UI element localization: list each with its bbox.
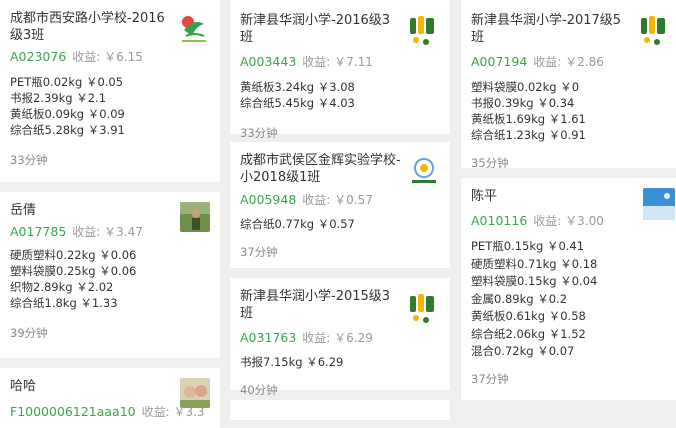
huarun-logo-icon: [641, 16, 665, 45]
card-time: 37分钟: [471, 371, 509, 386]
card-title: 哈哈: [10, 379, 37, 394]
list-item: 织物2.89kg ￥2.02: [10, 280, 114, 294]
item-list: PET瓶0.02kg ￥0.05 书报2.39kg ￥2.1 黄纸板0.09kg…: [10, 74, 210, 138]
list-item: 书报2.39kg ￥2.1: [10, 91, 107, 105]
item-list: 黄纸板3.24kg ￥3.08 综合纸5.45kg ￥4.03: [240, 79, 440, 111]
list-item: 金属0.89kg ￥0.2: [471, 291, 568, 306]
card-title: 陈平: [471, 189, 498, 204]
avatar: [180, 202, 210, 232]
card-code: F1000006121aaa10: [10, 404, 136, 419]
card-title: 成都市武侯区金辉实验学校-小2018级1班: [240, 153, 401, 185]
card-earnings: 收益: ￥2.86: [533, 55, 604, 69]
list-item: 书报0.39kg ￥0.34: [471, 96, 575, 110]
list-item: 混合0.72kg ￥0.07: [471, 344, 575, 358]
card-code: A010116: [471, 213, 528, 228]
list-item: 综合纸1.23kg ￥0.91: [471, 128, 586, 142]
recycling-card[interactable]: [230, 400, 450, 420]
avatar-couple-icon: [180, 378, 210, 408]
list-item: 综合纸1.8kg ￥1.33: [10, 296, 118, 310]
card-time: 37分钟: [240, 245, 278, 259]
recycling-card[interactable]: 新津县华润小学-2016级3班 A003443 收益: ￥7.11 黄纸板3.24…: [230, 0, 450, 140]
card-title: 岳倩: [10, 203, 37, 218]
recycling-card[interactable]: 陈平 A010116 收益: ￥3.00 PET瓶0.15kg ￥0.41 硬质塑…: [461, 178, 676, 400]
card-title: 成都市西安路小学校-2016级3班: [10, 11, 165, 43]
list-item: 黄纸板0.09kg ￥0.09: [10, 107, 125, 121]
list-item: 硬质塑料0.71kg ￥0.18: [471, 256, 598, 271]
card-title: 新津县华润小学-2015级3班: [240, 289, 391, 321]
card-code: A031763: [240, 330, 297, 345]
card-time: 40分钟: [240, 383, 278, 397]
card-earnings: 收益: ￥3.47: [72, 225, 143, 239]
card-earnings: 收益: ￥0.57: [302, 193, 373, 207]
item-list: PET瓶0.15kg ￥0.41 硬质塑料0.71kg ￥0.18 塑料袋膜0.…: [471, 238, 671, 361]
card-earnings: 收益: ￥6.15: [72, 50, 143, 64]
list-item: PET瓶0.15kg ￥0.41: [471, 239, 585, 253]
card-code: A005948: [240, 192, 297, 207]
recycling-card[interactable]: 新津县华润小学-2017级5班 A007194 收益: ￥2.86 塑料袋膜0.0…: [461, 0, 676, 170]
list-item: 黄纸板1.69kg ￥1.61: [471, 112, 586, 126]
card-meta: A031763 收益: ￥6.29: [240, 330, 440, 346]
item-list: 书报7.15kg ￥6.29: [240, 354, 440, 370]
list-item: PET瓶0.02kg ￥0.05: [10, 75, 124, 89]
card-time: 33分钟: [10, 153, 48, 167]
list-item: 硬质塑料0.22kg ￥0.06: [10, 248, 137, 262]
list-item: 书报7.15kg ￥6.29: [240, 355, 344, 369]
recycling-card[interactable]: 哈哈 F1000006121aaa10 收益: ￥3.3: [0, 368, 220, 428]
card-code: A023076: [10, 49, 67, 64]
card-code: A017785: [10, 224, 67, 239]
list-item: 综合纸0.77kg ￥0.57: [240, 217, 355, 231]
card-meta: A007194 收益: ￥2.86: [471, 54, 671, 70]
list-item: 综合纸5.45kg ￥4.03: [240, 96, 355, 110]
list-item: 综合纸2.06kg ￥1.52: [471, 326, 586, 341]
card-time: 39分钟: [10, 326, 48, 340]
avatar-sky-icon: [643, 188, 675, 220]
list-item: 塑料袋膜0.25kg ￥0.06: [10, 264, 137, 278]
school-logo-icon: [182, 16, 206, 42]
list-item: 黄纸板3.24kg ￥3.08: [240, 80, 355, 94]
card-code: A003443: [240, 54, 297, 69]
recycling-card[interactable]: 成都市武侯区金辉实验学校-小2018级1班 A005948 收益: ￥0.57 综…: [230, 142, 450, 268]
list-item: 黄纸板0.61kg ￥0.58: [471, 309, 586, 323]
card-meta: A003443 收益: ￥7.11: [240, 54, 440, 70]
list-item: 综合纸5.28kg ￥3.91: [10, 123, 125, 137]
item-list: 硬质塑料0.22kg ￥0.06 塑料袋膜0.25kg ￥0.06 织物2.89…: [10, 247, 210, 311]
card-earnings: 收益: ￥7.11: [302, 55, 373, 69]
card-meta: A023076 收益: ￥6.15: [10, 49, 210, 65]
huarun-logo-icon: [410, 294, 434, 323]
recycling-card[interactable]: 成都市西安路小学校-2016级3班 A023076 收益: ￥6.15 PET瓶0…: [0, 0, 220, 182]
card-earnings: 收益: ￥6.29: [302, 331, 373, 345]
card-title: 新津县华润小学-2017级5班: [471, 13, 622, 45]
card-title: 新津县华润小学-2016级3班: [240, 13, 391, 45]
card-code: A007194: [471, 54, 528, 69]
card-earnings: 收益: ￥3.00: [533, 214, 604, 228]
card-time: 35分钟: [471, 156, 509, 170]
avatar: [180, 378, 210, 408]
item-list: 塑料袋膜0.02kg ￥0 书报0.39kg ￥0.34 黄纸板1.69kg ￥…: [471, 79, 671, 143]
item-list: 综合纸0.77kg ￥0.57: [240, 216, 440, 232]
list-item: 塑料袋膜0.02kg ￥0: [471, 80, 580, 94]
recycling-card[interactable]: 岳倩 A017785 收益: ￥3.47 硬质塑料0.22kg ￥0.06 塑料袋…: [0, 192, 220, 358]
recycling-card[interactable]: 新津县华润小学-2015级3班 A031763 收益: ￥6.29 书报7.15k…: [230, 278, 450, 397]
card-time: 33分钟: [240, 126, 278, 140]
list-item: 塑料袋膜0.15kg ￥0.04: [471, 274, 598, 288]
card-meta: A005948 收益: ￥0.57: [240, 192, 440, 208]
avatar: [643, 188, 675, 220]
avatar-outdoor-icon: [180, 202, 210, 232]
jinhui-logo-icon: [412, 158, 436, 183]
card-meta: A010116 收益: ￥3.00: [471, 213, 671, 229]
huarun-logo-icon: [410, 16, 434, 45]
